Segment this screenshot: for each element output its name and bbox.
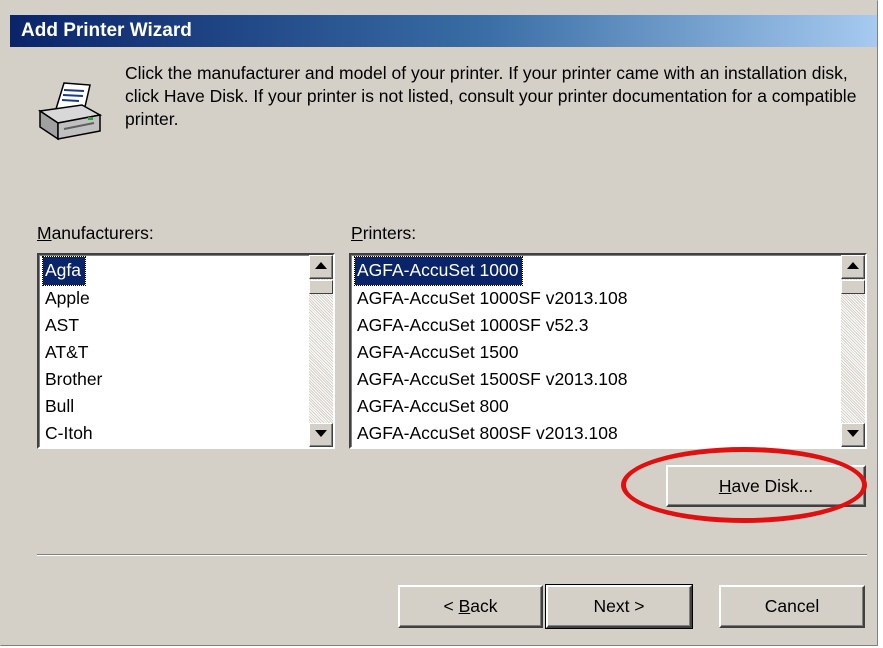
manufacturer-list-item[interactable]: Brother xyxy=(43,366,303,393)
printers-scroll-thumb[interactable] xyxy=(841,280,865,294)
printer-list-item[interactable]: AGFA-AccuSet 800 xyxy=(355,393,835,420)
cancel-button[interactable]: Cancel xyxy=(719,585,865,628)
printers-scroll-up-button[interactable] xyxy=(841,255,865,279)
scroll-up-arrow-icon xyxy=(315,262,327,269)
manufacturer-list-item-label: AT&T xyxy=(45,341,89,362)
manufacturer-list-item-label: Apple xyxy=(45,287,90,308)
back-accesskey: B xyxy=(458,596,471,616)
scroll-up-arrow-icon xyxy=(847,262,859,269)
manufacturers-scroll-up-button[interactable] xyxy=(309,255,333,279)
back-prefix: < xyxy=(443,596,459,616)
printers-label: Printers: xyxy=(351,223,416,244)
printers-label-text: rinters: xyxy=(362,223,417,243)
printer-list-item-label: AGFA-AccuSet 1000SF v52.3 xyxy=(357,314,589,335)
manufacturer-list-item[interactable]: AST xyxy=(43,312,303,339)
printer-list-item[interactable]: AGFA-AccuSet 1000SF v52.3 xyxy=(355,312,835,339)
manufacturers-label: Manufacturers: xyxy=(37,223,154,244)
manufacturers-label-accesskey: M xyxy=(37,223,52,243)
printer-list-item-label: AGFA-AccuSet 1500 xyxy=(357,341,519,362)
printer-list-item-label: AGFA-AccuSet 1500SF v2013.108 xyxy=(357,368,628,389)
add-printer-wizard-window: Add Printer Wizard Click the manufacture… xyxy=(0,0,878,646)
manufacturer-list-item-label: AST xyxy=(45,314,80,335)
printer-list-item[interactable]: AGFA-AccuSet 800SF v2013.108 xyxy=(355,420,835,447)
printer-icon xyxy=(34,81,106,143)
have-disk-label: ave Disk... xyxy=(731,475,814,496)
printer-list-item[interactable]: AGFA-AccuSet 1500 xyxy=(355,339,835,366)
printer-list-item[interactable]: AGFA-AccuSet 1500SF v2013.108 xyxy=(355,366,835,393)
have-disk-accesskey: H xyxy=(718,475,732,496)
manufacturer-list-item-label: C-Itoh xyxy=(45,422,93,443)
printer-list-item[interactable]: AGFA-AccuSet 1000 xyxy=(353,256,835,286)
printers-listbox[interactable]: AGFA-AccuSet 1000 AGFA-AccuSet 1000SF v20… xyxy=(349,253,867,449)
instruction-text: Click the manufacturer and model of your… xyxy=(125,63,857,129)
back-button[interactable]: < Back xyxy=(398,585,543,628)
manufacturer-list-item[interactable]: Bull xyxy=(43,393,303,420)
printer-list-item-label: AGFA-AccuSet 800SF v2013.108 xyxy=(357,422,618,443)
manufacturer-list-item-label: Brother xyxy=(45,368,103,389)
window-title: Add Printer Wizard xyxy=(10,15,877,47)
separator-line xyxy=(37,554,867,556)
manufacturer-list-item-label: Agfa xyxy=(42,256,86,286)
back-label: ack xyxy=(470,596,498,616)
manufacturer-list-item[interactable]: Agfa xyxy=(42,256,303,286)
manufacturer-list-item-label: Bull xyxy=(45,395,75,416)
scroll-down-arrow-icon xyxy=(847,430,859,437)
manufacturer-list-item[interactable]: Apple xyxy=(43,285,303,312)
printer-list-item-label: AGFA-AccuSet 1000 xyxy=(353,256,524,286)
printers-label-accesskey: P xyxy=(351,223,363,243)
manufacturer-list-item[interactable]: AT&T xyxy=(43,339,303,366)
scroll-down-arrow-icon xyxy=(315,430,327,437)
manufacturers-listbox[interactable]: Agfa Apple AST AT&T Brother Bull C-Itoh xyxy=(37,253,335,449)
manufacturer-list-item[interactable]: C-Itoh xyxy=(43,420,303,447)
printers-scroll-down-button[interactable] xyxy=(841,423,865,447)
manufacturers-scroll-down-button[interactable] xyxy=(309,423,333,447)
printer-list-item[interactable]: AGFA-AccuSet 1000SF v2013.108 xyxy=(355,285,835,312)
have-disk-button[interactable]: Have Disk... xyxy=(666,465,866,507)
manufacturers-label-text: anufacturers: xyxy=(51,223,154,243)
printer-list-item-label: AGFA-AccuSet 1000SF v2013.108 xyxy=(357,287,628,308)
printers-scrollbar[interactable] xyxy=(841,255,865,447)
printer-list-item-label: AGFA-AccuSet 800 xyxy=(357,395,509,416)
manufacturers-scroll-thumb[interactable] xyxy=(309,280,333,294)
manufacturers-scrollbar[interactable] xyxy=(309,255,333,447)
next-button[interactable]: Next > xyxy=(545,584,693,629)
